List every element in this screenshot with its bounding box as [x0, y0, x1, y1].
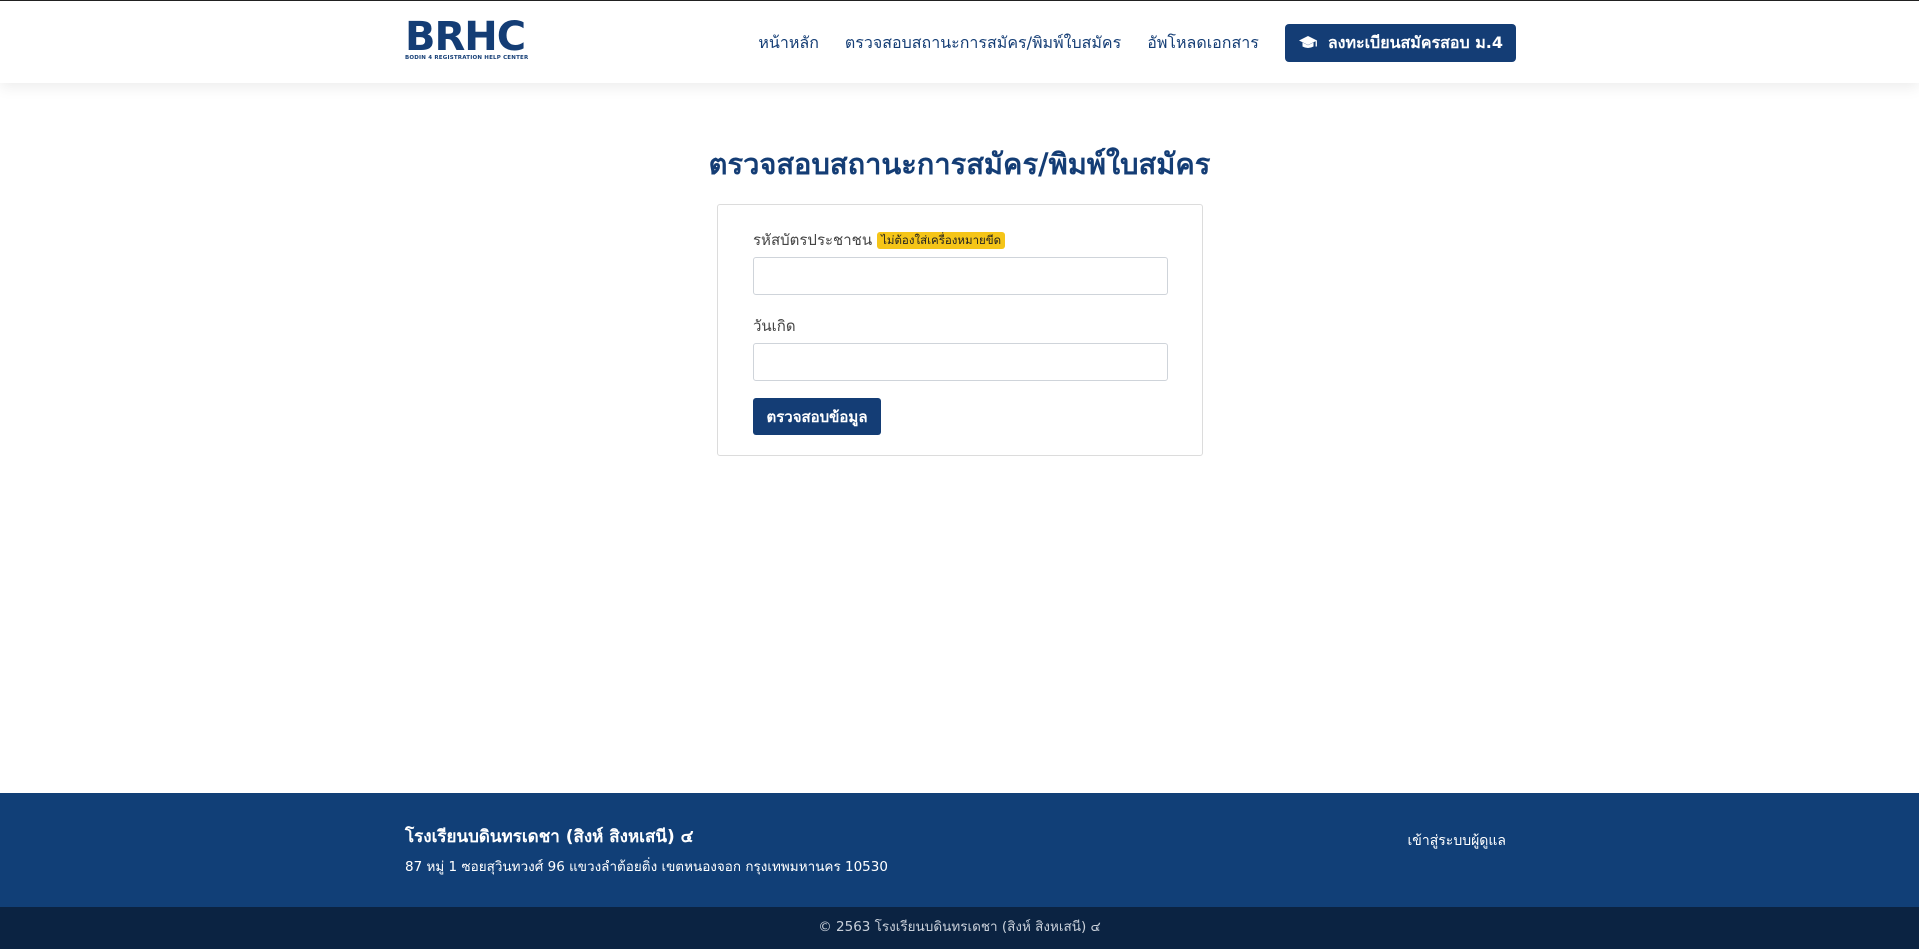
nav-check-status-link[interactable]: ตรวจสอบสถานะการสมัคร/พิมพ์ใบสมัคร — [845, 31, 1121, 56]
navbar: BRHC BODIN 4 REGISTRATION HELP CENTER หน… — [0, 1, 1919, 83]
copyright-bar: © 2563 โรงเรียนบดินทรเดชา (สิงห์ สิงหเสน… — [0, 907, 1919, 949]
citizen-id-label: รหัสบัตรประชาชน ไม่ต้องใส่เครื่องหมายขีด — [753, 228, 1006, 252]
register-exam-label: ลงทะเบียนสมัครสอบ ม.4 — [1327, 32, 1503, 52]
page-title: ตรวจสอบสถานะการสมัคร/พิมพ์ใบสมัคร — [708, 147, 1211, 181]
check-data-button[interactable]: ตรวจสอบข้อมูล — [753, 398, 881, 435]
logo-subtext: BODIN 4 REGISTRATION HELP CENTER — [405, 55, 529, 61]
citizen-id-label-text: รหัสบัตรประชาชน — [753, 231, 873, 249]
copyright-text: © 2563 โรงเรียนบดินทรเดชา (สิงห์ สิงหเสน… — [818, 919, 1101, 935]
status-check-form: รหัสบัตรประชาชน ไม่ต้องใส่เครื่องหมายขีด… — [717, 204, 1203, 456]
main-nav: หน้าหลัก ตรวจสอบสถานะการสมัคร/พิมพ์ใบสมั… — [758, 24, 1516, 62]
birthdate-input[interactable] — [753, 343, 1168, 381]
no-dash-badge: ไม่ต้องใส่เครื่องหมายขีด — [877, 231, 1006, 249]
graduation-cap-icon — [1298, 35, 1318, 51]
footer: โรงเรียนบดินทรเดชา (สิงห์ สิงหเสนี) ๔ 87… — [0, 793, 1919, 907]
nav-upload-documents-link[interactable]: อัพโหลดเอกสาร — [1147, 31, 1259, 56]
page: BRHC BODIN 4 REGISTRATION HELP CENTER หน… — [0, 0, 1919, 949]
register-exam-button[interactable]: ลงทะเบียนสมัครสอบ ม.4 — [1284, 24, 1516, 62]
site-logo[interactable]: BRHC BODIN 4 REGISTRATION HELP CENTER — [405, 14, 529, 63]
admin-login-link[interactable]: เข้าสู่ระบบผู้ดูแล — [1408, 830, 1506, 852]
nav-home-link[interactable]: หน้าหลัก — [758, 31, 819, 56]
birthdate-label: วันเกิด — [753, 317, 796, 335]
logo-text: BRHC — [405, 14, 526, 60]
footer-school-name: โรงเรียนบดินทรเดชา (สิงห์ สิงหเสนี) ๔ — [405, 827, 694, 847]
citizen-id-input[interactable] — [753, 257, 1168, 295]
footer-address: 87 หมู่ 1 ซอยสุวินทวงศ์ 96 แขวงลำต้อยติ่… — [405, 859, 888, 875]
